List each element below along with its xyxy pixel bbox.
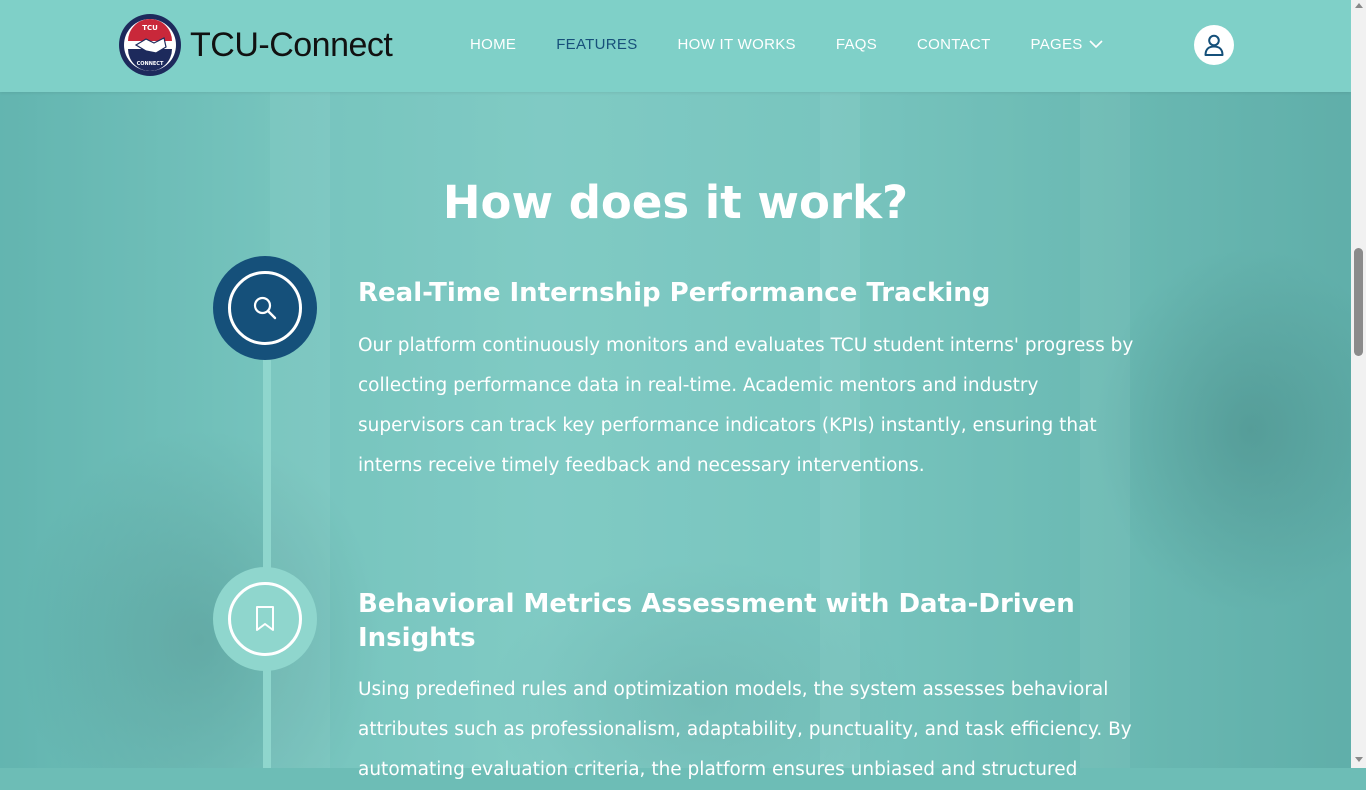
timeline-line xyxy=(263,300,271,768)
svg-text:TCU: TCU xyxy=(142,24,158,32)
search-icon xyxy=(253,296,277,320)
step-1-badge xyxy=(213,256,317,360)
step-2-badge xyxy=(213,567,317,671)
site-header: TCU CONNECT TCU-Connect HOME FEATURES HO… xyxy=(0,0,1351,92)
nav-item-pages[interactable]: PAGES xyxy=(1031,36,1103,53)
bookmark-icon xyxy=(256,606,274,631)
step-2-badge-ring xyxy=(228,582,302,656)
step-1-badge-ring xyxy=(228,271,302,345)
nav-item-faqs[interactable]: FAQS xyxy=(836,36,877,53)
chevron-down-icon xyxy=(1089,40,1103,49)
page-scrollbar[interactable] xyxy=(1351,0,1366,768)
nav-label: HOW IT WORKS xyxy=(677,36,796,53)
nav-label: FAQS xyxy=(835,36,878,53)
user-account-button[interactable] xyxy=(1194,25,1234,65)
nav-label: PAGES xyxy=(1030,36,1083,53)
section-title: How does it work? xyxy=(442,176,909,229)
nav-item-contact[interactable]: CONTACT xyxy=(917,36,990,53)
nav-item-features[interactable]: FEATURES xyxy=(556,36,637,53)
main-nav: HOME FEATURES HOW IT WORKS FAQS CONTACT … xyxy=(470,36,1143,53)
logo-badge-icon: TCU CONNECT xyxy=(119,14,181,76)
scrollbar-thumb[interactable] xyxy=(1354,248,1363,356)
brand-name: TCU-Connect xyxy=(190,25,393,64)
nav-item-how-it-works[interactable]: HOW IT WORKS xyxy=(678,36,796,53)
nav-label: CONTACT xyxy=(917,36,991,53)
brand-logo[interactable]: TCU CONNECT TCU-Connect xyxy=(118,13,393,77)
step-1-title: Real-Time Internship Performance Trackin… xyxy=(358,278,991,308)
step-2-title: Behavioral Metrics Assessment with Data-… xyxy=(358,589,1075,653)
user-icon xyxy=(1204,34,1224,56)
nav-label: HOME xyxy=(470,36,517,53)
nav-label: FEATURES xyxy=(556,36,638,53)
step-2-description: Using predefined rules and optimization … xyxy=(358,679,1132,780)
nav-item-home[interactable]: HOME xyxy=(470,36,516,53)
scroll-up-arrow-icon[interactable] xyxy=(1355,3,1363,8)
step-1-description: Our platform continuously monitors and e… xyxy=(358,335,1134,476)
svg-text:CONNECT: CONNECT xyxy=(137,61,164,67)
scroll-down-arrow-icon[interactable] xyxy=(1355,757,1363,762)
